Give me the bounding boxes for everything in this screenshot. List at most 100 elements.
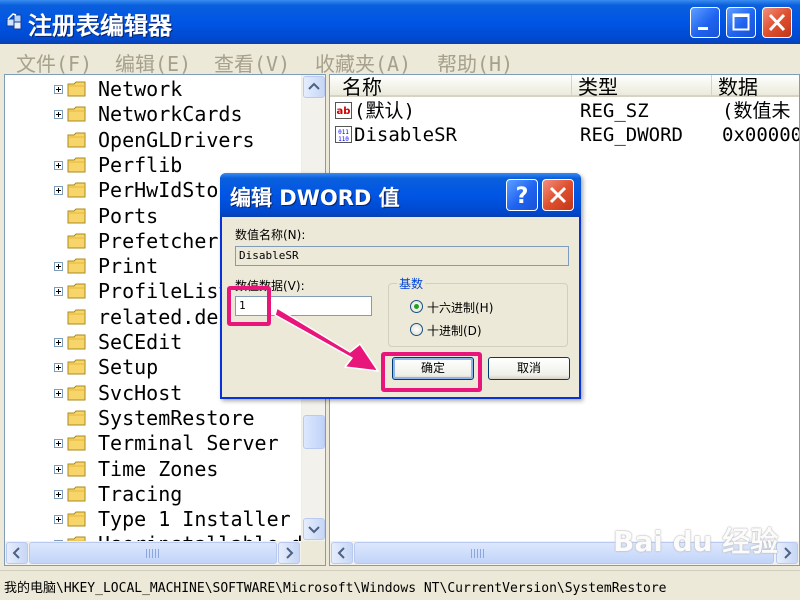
expand-plus-icon[interactable] xyxy=(54,338,63,347)
open-folder-icon xyxy=(67,409,87,427)
tree-item-label: Ports xyxy=(98,203,159,228)
tree-item-label: Print xyxy=(98,254,159,279)
scroll-corner xyxy=(301,541,325,565)
minimize-button[interactable] xyxy=(690,7,720,38)
expand-plus-icon[interactable] xyxy=(54,287,63,297)
dialog-titlebar[interactable]: 编辑 DWORD 值 ? xyxy=(220,173,581,217)
expand-plus-icon[interactable] xyxy=(54,110,63,120)
expand-plus-icon[interactable] xyxy=(54,388,63,398)
folder-icon xyxy=(67,510,87,528)
arrow-right-icon xyxy=(784,547,792,559)
menu-edit[interactable]: 编辑(E) xyxy=(115,48,191,76)
window-titlebar[interactable]: 注册表编辑器 xyxy=(0,0,800,44)
tree-item-label: SeCEdit xyxy=(98,330,183,354)
folder-icon xyxy=(67,232,87,250)
tree-vscroll-thumb[interactable] xyxy=(303,415,325,449)
cell-type: REG_SZ xyxy=(580,100,649,122)
close-button[interactable] xyxy=(762,7,792,38)
folder-icon xyxy=(67,156,87,174)
list-scroll-left-button[interactable] xyxy=(331,542,353,564)
cell-name: (默认) xyxy=(354,100,415,122)
folder-icon xyxy=(67,333,87,351)
maximize-button[interactable] xyxy=(726,7,756,38)
scroll-up-button[interactable] xyxy=(303,76,325,98)
value-row[interactable]: ab (默认) REG_SZ (数值未 xyxy=(330,99,799,123)
cancel-button[interactable]: 取消 xyxy=(488,357,570,380)
window-title: 注册表编辑器 xyxy=(28,12,172,40)
tree-item[interactable]: OpenGLDrivers xyxy=(5,128,301,153)
close-icon xyxy=(549,186,567,204)
expand-plus-icon[interactable] xyxy=(54,160,63,170)
column-name[interactable]: 名称 xyxy=(330,75,571,99)
expand-plus-icon[interactable] xyxy=(54,186,63,196)
tree-item-label: PerHwIdStor xyxy=(98,178,231,203)
dialog-title: 编辑 DWORD 值 xyxy=(230,186,400,210)
column-type[interactable]: 类型 xyxy=(571,75,711,99)
tree-horizontal-scrollbar[interactable] xyxy=(5,541,301,565)
scroll-left-button[interactable] xyxy=(6,542,28,564)
cell-data: 0x00000 xyxy=(722,124,800,146)
tree-item-label: NetworkCards xyxy=(98,102,243,127)
expand-plus-icon[interactable] xyxy=(54,464,63,474)
expand-plus-icon[interactable] xyxy=(54,85,63,94)
tree-item-label: Terminal Server xyxy=(98,431,279,456)
maximize-icon xyxy=(732,13,750,31)
arrow-down-icon xyxy=(308,526,320,534)
tree-item-label: SvcHost xyxy=(98,380,183,405)
tree-item[interactable]: Network xyxy=(5,77,301,102)
expand-plus-icon[interactable] xyxy=(54,363,63,373)
tree-item[interactable]: Tracing xyxy=(5,482,301,507)
radio-hexadecimal[interactable] xyxy=(410,300,423,313)
folder-icon xyxy=(67,460,87,478)
menu-view[interactable]: 查看(V) xyxy=(214,48,290,76)
folder-icon xyxy=(67,282,87,300)
value-row[interactable]: 011 110 DisableSR REG_DWORD 0x00000 xyxy=(330,123,800,147)
arrow-left-icon xyxy=(337,547,345,559)
scroll-right-button[interactable] xyxy=(278,542,300,564)
folder-icon xyxy=(67,181,87,199)
tree-item-label: Setup xyxy=(98,355,159,380)
tree-item[interactable]: Terminal Server xyxy=(5,431,301,456)
menu-file[interactable]: 文件(F) xyxy=(16,48,92,76)
folder-icon xyxy=(67,207,87,225)
highlight-ok-button xyxy=(381,352,482,392)
folder-icon xyxy=(67,105,87,123)
tree-hscroll-thumb[interactable] xyxy=(29,542,277,564)
grip-icon xyxy=(471,549,485,558)
tree-item[interactable]: Time Zones xyxy=(5,457,301,482)
tree-item-label: related.des xyxy=(98,304,231,329)
expand-plus-icon[interactable] xyxy=(54,489,63,499)
tree-item[interactable]: NetworkCards xyxy=(5,102,301,127)
close-icon xyxy=(768,13,786,32)
grip-icon xyxy=(146,549,160,558)
expand-plus-icon[interactable] xyxy=(54,262,63,272)
folder-icon xyxy=(67,485,87,503)
tree-item-label: Prefetcher xyxy=(98,228,219,253)
radio-decimal[interactable] xyxy=(410,323,423,336)
tree-item-label: Time Zones xyxy=(98,456,219,481)
dialog-close-button[interactable] xyxy=(542,179,574,211)
regedit-app-icon xyxy=(6,13,22,30)
svg-text:011: 011 xyxy=(338,129,349,136)
baidu-watermark: Bai du 经验 xyxy=(613,525,779,558)
status-bar: 我的电脑\HKEY_LOCAL_MACHINE\SOFTWARE\Microso… xyxy=(0,570,800,600)
list-scroll-right-button[interactable] xyxy=(776,542,798,564)
expand-plus-icon[interactable] xyxy=(54,439,63,449)
column-data[interactable]: 数据 xyxy=(711,75,799,99)
radio-decimal-label[interactable]: 十进制(D) xyxy=(427,322,482,339)
expand-plus-icon[interactable] xyxy=(54,515,63,525)
string-value-icon: ab xyxy=(335,102,352,119)
value-name-label: 数值名称(N): xyxy=(235,228,306,242)
dialog-help-button[interactable]: ? xyxy=(506,179,538,211)
tree-item[interactable]: Type 1 Installer xyxy=(5,507,301,532)
folder-icon xyxy=(67,80,87,98)
menu-favorites[interactable]: 收藏夹(A) xyxy=(315,48,411,76)
tree-item-label: SystemRestore xyxy=(98,405,255,430)
radio-hexadecimal-label[interactable]: 十六进制(H) xyxy=(427,299,493,316)
tree-item-label: Type 1 Installer xyxy=(98,507,291,532)
value-name-field: DisableSR xyxy=(235,246,569,266)
tree-item[interactable]: SystemRestore xyxy=(5,406,301,431)
tree-item-label: OpenGLDrivers xyxy=(98,127,255,152)
scroll-down-button[interactable] xyxy=(303,518,325,540)
menu-help[interactable]: 帮助(H) xyxy=(437,48,513,76)
